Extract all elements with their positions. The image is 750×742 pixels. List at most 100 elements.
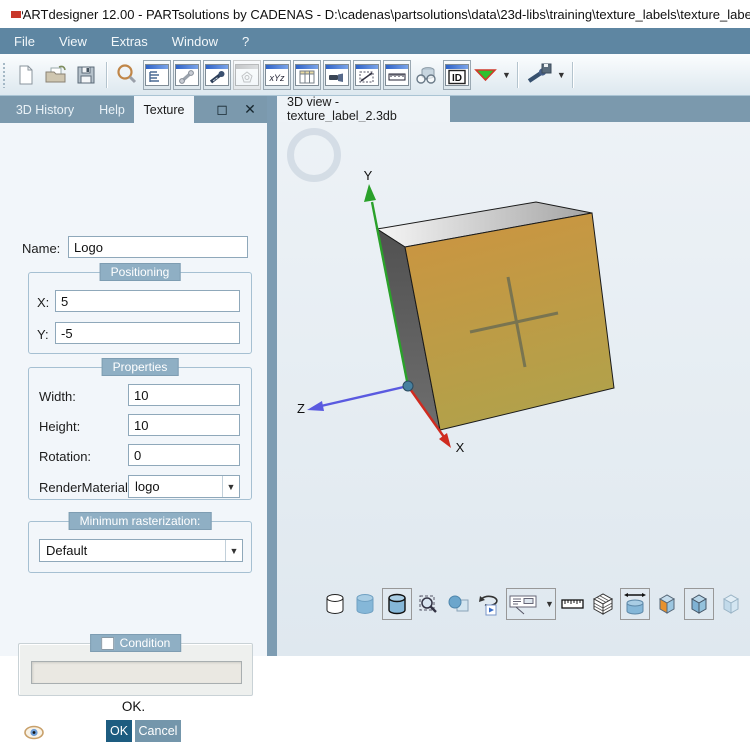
left-panel-tabbar: 3D History Help Texture ◻ ✕ [0, 96, 267, 123]
menu-view[interactable]: View [47, 30, 99, 53]
height-input[interactable] [128, 414, 240, 436]
status-text: OK. [0, 699, 267, 714]
rotate-animation-button[interactable] [476, 588, 502, 620]
mesh-grid-button[interactable] [590, 588, 616, 620]
3d-viewport[interactable]: Y Z X [277, 122, 750, 656]
xyz-icon: xYz [265, 64, 289, 86]
zoom-button[interactable] [113, 60, 141, 90]
window-title: PARTdesigner 12.00 - PARTsolutions by CA… [15, 7, 750, 22]
sketch-button [233, 60, 261, 90]
cancel-button[interactable]: Cancel [135, 720, 181, 742]
menu-extras[interactable]: Extras [99, 30, 160, 53]
rotation-input[interactable] [128, 444, 240, 466]
transparency-button[interactable] [446, 588, 472, 620]
maximize-icon[interactable]: ◻ [209, 96, 235, 123]
ruler-frame-button[interactable] [383, 60, 411, 90]
min-rasterization-group: Minimum rasterization: Default ▼ [28, 521, 252, 573]
cylinder-dimensions-button[interactable] [620, 588, 650, 620]
positioning-group: Positioning X: Y: [28, 272, 252, 354]
measure-ruler-icon [560, 591, 586, 617]
tab-texture[interactable]: Texture [134, 96, 194, 123]
screw-button[interactable] [203, 60, 231, 90]
glasses-cylinder-icon [413, 62, 441, 88]
rotation-label: Rotation: [39, 449, 91, 464]
render-material-dropdown[interactable]: logo ▼ [128, 475, 240, 498]
main-toolbar: xYz [0, 54, 750, 96]
cube-solid-button[interactable] [684, 588, 714, 620]
chevron-down-icon: ▼ [222, 476, 239, 497]
transparency-icon [447, 591, 471, 617]
min-rasterization-dropdown[interactable]: Default ▼ [39, 539, 243, 562]
close-icon[interactable]: ✕ [237, 96, 263, 123]
cube-transparent-button[interactable] [718, 588, 744, 620]
screw-save-icon [524, 62, 554, 88]
display-panel-icon [508, 592, 542, 616]
cylinder-wireframe-button[interactable] [322, 588, 348, 620]
save-floppy-icon [74, 63, 98, 87]
preview-glasses-button[interactable] [413, 60, 441, 90]
width-input[interactable] [128, 384, 240, 406]
properties-group: Properties Width: Height: Rotation: Rend… [28, 367, 252, 500]
measure-ruler-button[interactable] [560, 588, 586, 620]
history-window-button[interactable] [143, 60, 171, 90]
variables-xyz-button[interactable]: xYz [263, 60, 291, 90]
name-input[interactable] [68, 236, 248, 258]
name-label: Name: [22, 241, 60, 256]
sketch-icon [235, 64, 259, 86]
new-file-button[interactable] [12, 60, 40, 90]
value-table-button[interactable] [293, 60, 321, 90]
render-material-label: RenderMaterial: [39, 480, 132, 495]
insert-marker-dropdown[interactable]: ▼ [473, 60, 511, 90]
toolbar-grip[interactable] [2, 62, 7, 88]
menu-help[interactable]: ? [230, 30, 261, 53]
axis-x-label: X [456, 440, 465, 455]
axis-y-label: Y [364, 168, 373, 183]
condition-checkbox[interactable] [101, 637, 114, 650]
cube-transparent-icon [719, 591, 743, 617]
3d-view-tabbar: 3D view - texture_label_2.3db [277, 96, 750, 122]
screw-icon [205, 64, 229, 86]
new-file-icon [14, 63, 38, 87]
green-triangle-icon [473, 66, 499, 84]
wrench-tool-button[interactable] [173, 60, 201, 90]
toolbar-separator [572, 62, 573, 88]
tab-3d-history[interactable]: 3D History [0, 96, 90, 123]
ok-button[interactable]: OK [106, 720, 132, 742]
xyz-icon-label: xYz [268, 73, 285, 83]
cylinder-shaded-button[interactable] [352, 588, 378, 620]
flashlight-button[interactable] [323, 60, 351, 90]
y-input[interactable] [55, 322, 240, 344]
toolbar-separator [517, 62, 518, 88]
menu-window[interactable]: Window [160, 30, 230, 53]
tab-3d-view[interactable]: 3D view - texture_label_2.3db [277, 96, 450, 122]
save-part-dropdown[interactable]: ▼ [524, 60, 566, 90]
origin-ball [403, 381, 413, 391]
eye-icon[interactable] [24, 725, 44, 740]
cylinder-shaded-edges-button[interactable] [382, 588, 412, 620]
cylinder-wireframe-icon [323, 591, 347, 617]
cube-solid-icon [687, 591, 711, 617]
table-icon [295, 64, 319, 86]
save-button[interactable] [72, 60, 100, 90]
positioning-group-title: Positioning [100, 263, 181, 281]
cube-texture-face-button[interactable] [654, 588, 680, 620]
dimension-frame-button[interactable] [353, 60, 381, 90]
tab-help[interactable]: Help [90, 96, 134, 123]
menu-file[interactable]: File [2, 30, 47, 53]
condition-group: Condition [18, 643, 253, 696]
panel-splitter[interactable] [267, 96, 277, 656]
title-bar: PARTdesigner 12.00 - PARTsolutions by CA… [0, 0, 750, 28]
view-display-options-dropdown[interactable]: ▼ [506, 588, 556, 620]
id-button[interactable]: ID [443, 60, 471, 90]
history-icon [145, 64, 169, 86]
zoom-fit-button[interactable] [416, 588, 442, 620]
properties-group-title: Properties [102, 358, 179, 376]
flashlight-icon [325, 64, 349, 86]
open-file-button[interactable] [42, 60, 70, 90]
box-front-face [405, 213, 614, 430]
min-rasterization-value: Default [46, 543, 87, 558]
ruler-icon [385, 64, 409, 86]
x-input[interactable] [55, 290, 240, 312]
view-toolbar: ▼ [322, 588, 744, 620]
open-folder-icon [43, 63, 69, 87]
